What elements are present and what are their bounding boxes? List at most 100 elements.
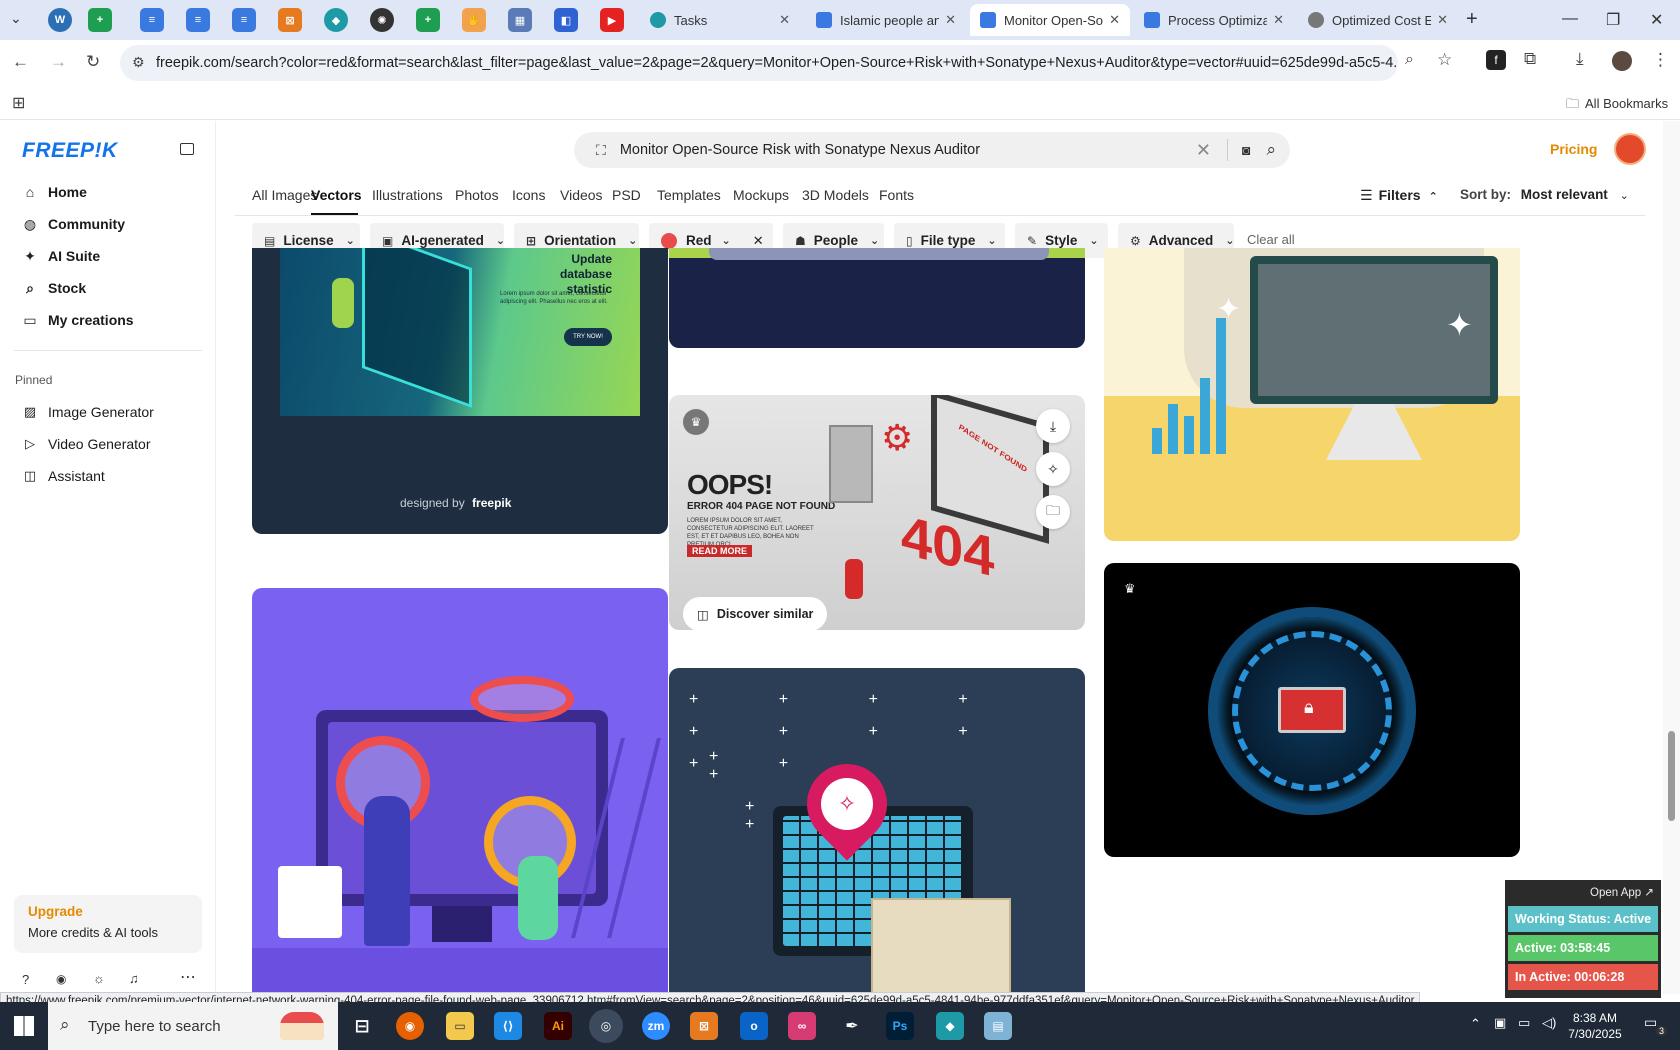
tray-network-icon[interactable]: ▭ xyxy=(1518,1015,1530,1031)
site-info-icon[interactable]: ⚙ xyxy=(132,54,145,71)
pinned-tab-docs-icon[interactable]: ≡ xyxy=(186,8,210,32)
app-diamond-icon[interactable]: ◆ xyxy=(936,1012,964,1040)
tab-tasks[interactable]: Tasks ✕ xyxy=(640,4,800,36)
bookmark-star-icon[interactable]: ☆ xyxy=(1437,50,1452,70)
address-bar[interactable]: ⚙ freepik.com/search?color=red&format=se… xyxy=(120,45,1398,81)
pinned-tab-wordpress-icon[interactable]: W xyxy=(48,8,72,32)
clear-all-filters[interactable]: Clear all xyxy=(1247,232,1295,247)
pinned-tab-hand-icon[interactable]: ✋ xyxy=(462,8,486,32)
tray-display-icon[interactable]: ▣ xyxy=(1494,1015,1506,1031)
taskbar-clock[interactable]: 8:38 AM 7/30/2025 xyxy=(1566,1010,1624,1042)
pinned-tab-openai-icon[interactable]: ✺ xyxy=(370,8,394,32)
back-icon[interactable]: ← xyxy=(12,52,29,72)
restore-icon[interactable]: ❐ xyxy=(1606,10,1620,30)
all-bookmarks[interactable]: 🗀 All Bookmarks xyxy=(1566,95,1668,117)
sidebar-item-video-generator[interactable]: ▷ Video Generator xyxy=(22,433,150,455)
pinned-tab-sheets-icon[interactable]: + xyxy=(88,8,112,32)
upgrade-card[interactable]: Upgrade More credits & AI tools xyxy=(14,895,202,953)
camera-search-icon[interactable]: ◙ xyxy=(1242,142,1250,158)
toolbox-icon[interactable]: ⊠ xyxy=(690,1012,718,1040)
app-notepad-icon[interactable]: ▤ xyxy=(984,1012,1012,1040)
notifications-bell-icon[interactable]: ♫ xyxy=(129,971,139,986)
sidebar-item-home[interactable]: ⌂ Home xyxy=(22,181,87,203)
search-bar[interactable]: ⛶ Monitor Open-Source Risk with Sonatype… xyxy=(574,132,1290,168)
tray-volume-icon[interactable]: ◁) xyxy=(1542,1015,1556,1031)
search-input[interactable]: Monitor Open-Source Risk with Sonatype N… xyxy=(620,142,1196,158)
close-tab-icon[interactable]: ✕ xyxy=(779,12,790,28)
file-explorer-icon[interactable]: ▭ xyxy=(446,1012,474,1040)
pinned-tab-grid-icon[interactable]: ▦ xyxy=(508,8,532,32)
category-tab[interactable]: Vectors xyxy=(311,187,362,203)
pinned-tab-sheets-icon[interactable]: + xyxy=(416,8,440,32)
discover-similar-button[interactable]: ◫ Discover similar xyxy=(683,597,828,630)
close-tab-icon[interactable]: ✕ xyxy=(945,12,956,28)
pen-tool-icon[interactable]: ✒ xyxy=(838,1012,866,1040)
category-tab[interactable]: Icons xyxy=(512,187,545,203)
search-icon[interactable]: ⌕ xyxy=(1266,140,1276,160)
collapse-sidebar-icon[interactable] xyxy=(180,143,194,155)
reload-icon[interactable]: ↻ xyxy=(86,52,100,72)
sidebar-item-ai-suite[interactable]: ✦ AI Suite xyxy=(22,245,100,267)
scrollbar-thumb[interactable] xyxy=(1668,731,1675,821)
close-tab-icon[interactable]: ✕ xyxy=(1437,12,1448,28)
pinned-tab-docs-icon[interactable]: ≡ xyxy=(140,8,164,32)
sidebar-item-image-generator[interactable]: ▨ Image Generator xyxy=(22,401,154,423)
open-app-link[interactable]: Open App ↗ xyxy=(1508,883,1658,903)
tab-optimized-cost[interactable]: Optimized Cost E ✕ xyxy=(1298,4,1458,36)
category-tab[interactable]: PSD xyxy=(612,187,641,203)
category-tab[interactable]: Templates xyxy=(657,187,721,203)
pinned-tab-orange-icon[interactable]: ⊠ xyxy=(278,8,302,32)
pinned-tab-teal-icon[interactable]: ◆ xyxy=(324,8,348,32)
windows-start-icon[interactable] xyxy=(14,1016,34,1036)
result-card-database[interactable]: Update database statistic Lorem ipsum do… xyxy=(252,248,668,534)
category-tab[interactable]: Videos xyxy=(560,187,603,203)
zoom-icon[interactable]: zm xyxy=(642,1012,670,1040)
more-dots-icon[interactable]: ⋯ xyxy=(180,967,196,987)
outlook-icon[interactable]: o xyxy=(740,1012,768,1040)
forward-icon[interactable]: → xyxy=(50,52,67,72)
tray-chevron-icon[interactable]: ⌃ xyxy=(1470,1016,1481,1032)
help-icon[interactable]: ? xyxy=(22,972,29,987)
category-tab[interactable]: All Images xyxy=(252,187,317,203)
tab-search-icon[interactable]: ⌄ xyxy=(10,10,22,27)
tab-islamic-people[interactable]: Islamic people an ✕ xyxy=(806,4,966,36)
sidebar-item-community[interactable]: ◍ Community xyxy=(22,213,125,235)
sidebar-item-stock[interactable]: ⌕ Stock xyxy=(22,277,86,299)
pinned-tab-youtube-icon[interactable]: ▶ xyxy=(600,8,624,32)
taskbar-search[interactable]: ⌕ Type here to search xyxy=(48,1002,338,1050)
clear-search-icon[interactable]: ✕ xyxy=(1196,140,1211,161)
download-icon[interactable]: ⤓ xyxy=(1036,409,1070,443)
ai-variation-icon[interactable]: ✧ xyxy=(1036,452,1070,486)
pinned-tab-blue-icon[interactable]: ◧ xyxy=(554,8,578,32)
profile-avatar[interactable] xyxy=(1612,51,1632,71)
close-tab-icon[interactable]: ✕ xyxy=(1273,12,1284,28)
notifications-icon[interactable]: ▭ xyxy=(1644,1014,1657,1031)
creative-cloud-icon[interactable]: ∞ xyxy=(788,1012,816,1040)
category-tab[interactable]: Fonts xyxy=(879,187,914,203)
close-tab-icon[interactable]: ✕ xyxy=(1109,12,1120,28)
result-card-radar-lock[interactable]: ♛ 🔒︎ xyxy=(1104,563,1520,857)
pinned-tab-docs-icon[interactable]: ≡ xyxy=(232,8,256,32)
vscode-icon[interactable]: ⟨⟩ xyxy=(494,1012,522,1040)
firefox-icon[interactable]: ◉ xyxy=(396,1012,424,1040)
category-tab[interactable]: 3D Models xyxy=(802,187,869,203)
category-tab[interactable]: Mockups xyxy=(733,187,789,203)
minimize-icon[interactable]: — xyxy=(1562,10,1578,28)
save-to-collection-icon[interactable]: 🗀 xyxy=(1036,495,1070,529)
sidebar-item-assistant[interactable]: ◫ Assistant xyxy=(22,465,105,487)
clear-color-icon[interactable]: ✕ xyxy=(753,233,764,249)
extensions-puzzle-icon[interactable]: ⧉ xyxy=(1524,49,1536,69)
user-avatar[interactable] xyxy=(1614,133,1646,165)
pricing-link[interactable]: Pricing xyxy=(1550,141,1597,157)
discord-icon[interactable]: ◉ xyxy=(56,972,66,986)
photoshop-icon[interactable]: Ps xyxy=(886,1012,914,1040)
download-icon[interactable]: ⤓ xyxy=(1576,49,1584,69)
sidebar-item-my-creations[interactable]: ▭ My creations xyxy=(22,309,133,331)
tab-process-optimization[interactable]: Process Optimiza ✕ xyxy=(1134,4,1294,36)
category-tab[interactable]: Illustrations xyxy=(372,187,443,203)
illustrator-icon[interactable]: Ai xyxy=(544,1012,572,1040)
menu-kebab-icon[interactable]: ⋮ xyxy=(1652,50,1669,70)
result-card-navy[interactable] xyxy=(669,248,1085,348)
result-card-404-error[interactable]: ♛ OOPS! ERROR 404 PAGE NOT FOUND LOREM I… xyxy=(669,395,1085,630)
new-tab-button[interactable]: + xyxy=(1466,8,1478,31)
